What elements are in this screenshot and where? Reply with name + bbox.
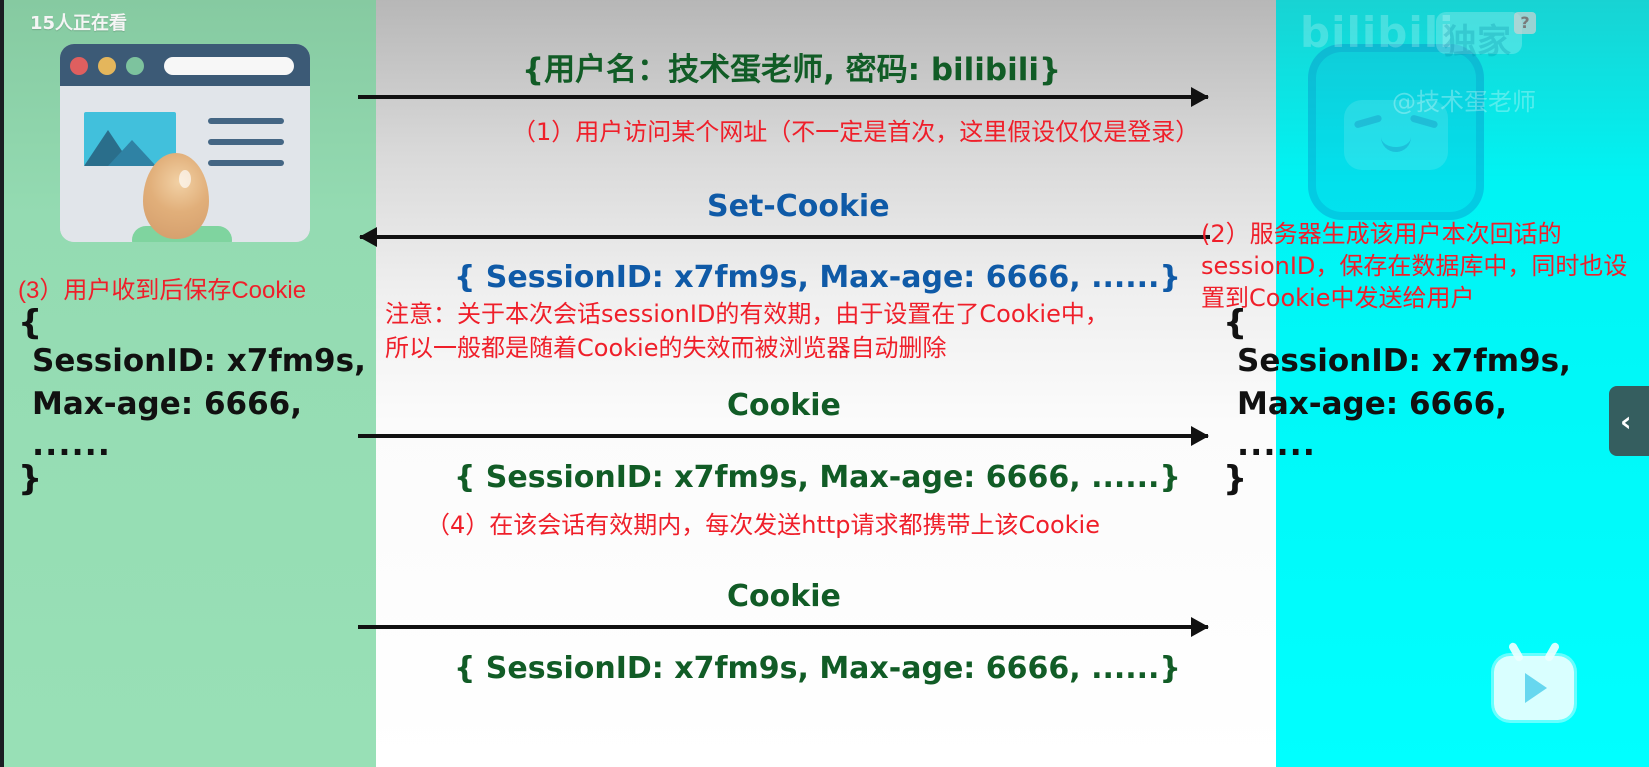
viewer-count: 15人正在看 (30, 13, 128, 34)
cookie-arrow-2 (358, 617, 1209, 637)
help-icon[interactable]: ? (1514, 12, 1536, 34)
text-line-icon (208, 139, 284, 145)
play-icon (1525, 673, 1547, 703)
exclusive-label: 独家 (1443, 22, 1511, 62)
client-max-age-line: Max-age: 6666, (32, 386, 303, 422)
bilibili-logo: bilibili (1300, 8, 1455, 57)
client-session-line: SessionID: x7fm9s, (32, 343, 366, 379)
server-cookie-block: { SessionID: x7fm9s, Max-age: 6666, ....… (1223, 306, 1571, 496)
mascot-mouth-icon (1381, 135, 1411, 152)
session-note-line-2: 所以一般都是随着Cookie的失效而被浏览器自动删除 (385, 334, 947, 362)
cookie-title-2: Cookie (727, 579, 841, 614)
client-cookie-block: { SessionID: x7fm9s, Max-age: 6666, ....… (18, 306, 366, 496)
brace-open: { (18, 303, 43, 343)
brace-close: } (1223, 459, 1248, 499)
cookie-value-1: { SessionID: x7fm9s, Max-age: 6666, ....… (454, 460, 1181, 495)
step-1-caption: （1）用户访问某个网址（不一定是首次，这里假设仅仅是登录） (512, 118, 1200, 146)
egg-highlight (179, 170, 191, 188)
cookie-value-2: { SessionID: x7fm9s, Max-age: 6666, ....… (454, 651, 1181, 686)
browser-titlebar (60, 44, 310, 86)
client-caption: (3）用户收到后保存Cookie (18, 277, 307, 304)
brace-open: { (1223, 303, 1248, 343)
step-4-caption: （4）在该会话有效期内，每次发送http请求都携带上该Cookie (426, 511, 1100, 539)
brace-close: } (18, 459, 43, 499)
client-ellipsis: ...... (32, 425, 111, 463)
text-line-icon (208, 160, 284, 166)
window-close-dot-icon (70, 57, 88, 75)
play-button[interactable] (1494, 641, 1574, 720)
set-cookie-value: { SessionID: x7fm9s, Max-age: 6666, ....… (454, 260, 1181, 295)
window-maximize-dot-icon (126, 57, 144, 75)
mascot-eye-icon (1353, 114, 1383, 129)
text-line-icon (208, 118, 284, 124)
request-arrow (358, 87, 1209, 107)
server-session-line: SessionID: x7fm9s, (1237, 343, 1571, 379)
cookie-arrow-1 (358, 426, 1209, 446)
egg-icon (143, 153, 209, 239)
mountain-icon (108, 140, 156, 166)
video-frame: 15人正在看 (3）用户收到后保存Cookie { SessionID: x7f… (0, 0, 1649, 767)
chevron-left-icon: ‹ (1620, 405, 1632, 438)
window-minimize-dot-icon (98, 57, 116, 75)
server-caption: (2）服务器生成该用户本次回话的sessionID，保存在数据库中，同时也设置到… (1201, 220, 1628, 312)
set-cookie-title: Set-Cookie (707, 189, 890, 224)
set-cookie-arrow (359, 227, 1210, 247)
address-bar (164, 57, 294, 75)
bilibili-mascot-icon (1308, 44, 1484, 220)
request-credentials: {用户名：技术蛋老师, 密码: bilibili} (522, 52, 1062, 88)
server-max-age-line: Max-age: 6666, (1237, 386, 1508, 422)
watermark-handle: @技术蛋老师 (1392, 88, 1536, 116)
session-note-line-1: 注意：关于本次会话sessionID的有效期，由于设置在了Cookie中， (385, 300, 1109, 328)
server-ellipsis: ...... (1237, 425, 1316, 463)
browser-illustration (60, 44, 310, 242)
browser-body (60, 86, 310, 242)
collapse-sidebar-button[interactable]: ‹ (1609, 386, 1649, 456)
cookie-title-1: Cookie (727, 388, 841, 423)
